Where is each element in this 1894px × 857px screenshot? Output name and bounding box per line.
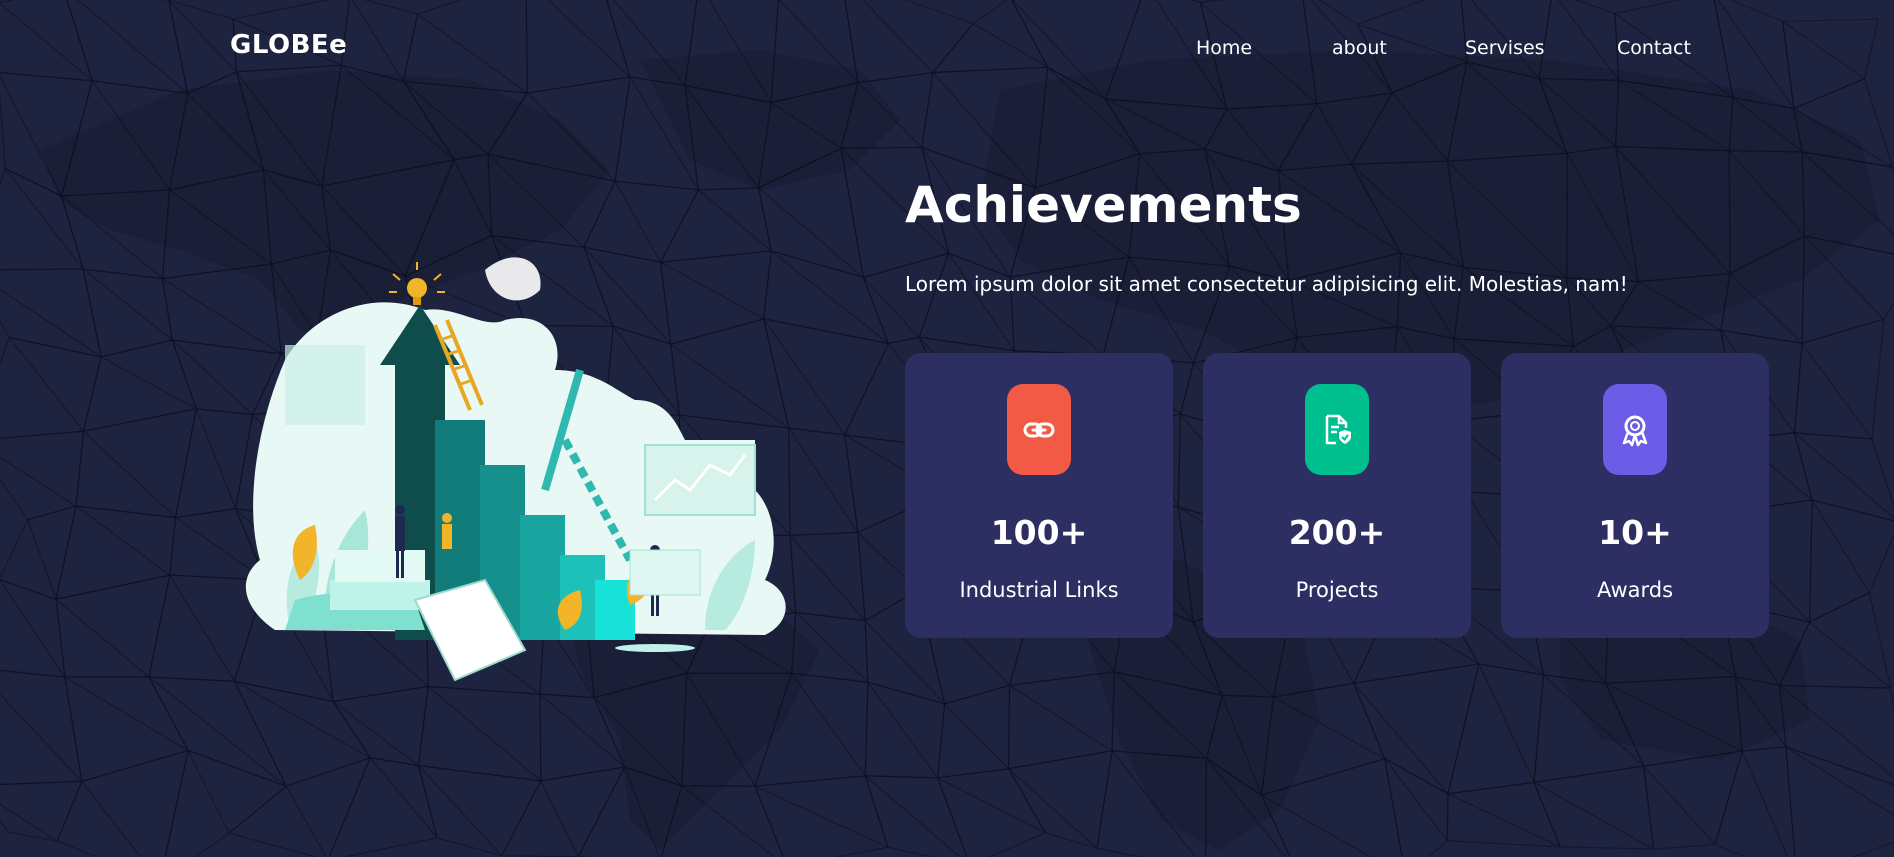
map-mesh-cell [1384, 757, 1449, 857]
map-mesh-cell [0, 336, 102, 439]
map-mesh-cell [1447, 663, 1545, 795]
map-mesh-cell [55, 505, 177, 601]
map-mesh-cell [233, 680, 372, 787]
map-mesh-cell [1446, 781, 1561, 848]
document-shield-icon [1325, 414, 1351, 444]
map-mesh-cell [0, 505, 77, 601]
card-icon-badge [1305, 384, 1369, 475]
map-mesh-cell [1352, 663, 1480, 795]
map-mesh-cell [1785, 746, 1894, 857]
map-mesh-cell [332, 685, 429, 767]
map-mesh-cell [0, 579, 66, 678]
map-mesh-cell [918, 252, 1015, 352]
map-mesh-cell [0, 430, 85, 521]
map-mesh-cell [0, 669, 83, 786]
stat-value: 100+ [990, 513, 1088, 552]
map-mesh-cell [788, 427, 859, 537]
map-mesh-cell [1533, 765, 1655, 850]
map-mesh-cell [147, 676, 288, 788]
map-mesh-cell [1793, 318, 1885, 440]
page-title: Achievements [905, 176, 1302, 234]
map-mesh-cell [1714, 746, 1796, 857]
stat-label: Projects [1295, 578, 1379, 602]
stat-card-projects: 200+ Projects [1203, 353, 1471, 638]
logo[interactable]: GLOBEe [230, 30, 347, 60]
business-growth-illustration [245, 257, 786, 682]
page: GLOBEe Home about Servises Contact Achie… [0, 0, 1894, 857]
map-mesh-cell [500, 766, 626, 857]
map-mesh-cell [1808, 499, 1894, 624]
map-mesh-cell [417, 764, 542, 857]
nav-link-services[interactable]: Servises [1465, 37, 1545, 59]
stat-card-awards: 10+ Awards [1501, 353, 1769, 638]
site-header: GLOBEe Home about Servises Contact [0, 0, 1894, 96]
nav-link-contact[interactable]: Contact [1617, 37, 1691, 59]
map-mesh-cell [864, 681, 946, 779]
card-icon-badge [1603, 384, 1667, 475]
map-mesh-cell [1007, 671, 1115, 770]
link-icon [1023, 422, 1055, 437]
stat-label: Industrial Links [959, 578, 1119, 602]
nav-link-about[interactable]: about [1332, 37, 1387, 59]
stat-card-industrial-links: 100+ Industrial Links [905, 353, 1173, 638]
map-mesh-cell [1793, 432, 1894, 522]
award-ribbon-icon [1622, 415, 1648, 446]
nav-link-home[interactable]: Home [1196, 37, 1252, 59]
map-mesh-cell [754, 775, 889, 857]
map-mesh-cell [1007, 750, 1113, 850]
stat-label: Awards [1596, 578, 1674, 602]
stat-value: 10+ [1598, 513, 1672, 552]
map-mesh-cell [164, 749, 288, 857]
map-mesh-cell [864, 775, 968, 857]
card-icon-badge [1007, 384, 1071, 475]
map-mesh-cell [64, 676, 190, 783]
map-mesh-cell [862, 252, 950, 345]
stat-value: 200+ [1288, 513, 1386, 552]
map-mesh-cell [417, 685, 542, 782]
map-mesh-cell [789, 531, 866, 622]
map-mesh-cell [936, 768, 1047, 857]
map-mesh-cell [937, 684, 1011, 779]
page-subtitle: Lorem ipsum dolor sit amet consectetur a… [905, 272, 1628, 296]
